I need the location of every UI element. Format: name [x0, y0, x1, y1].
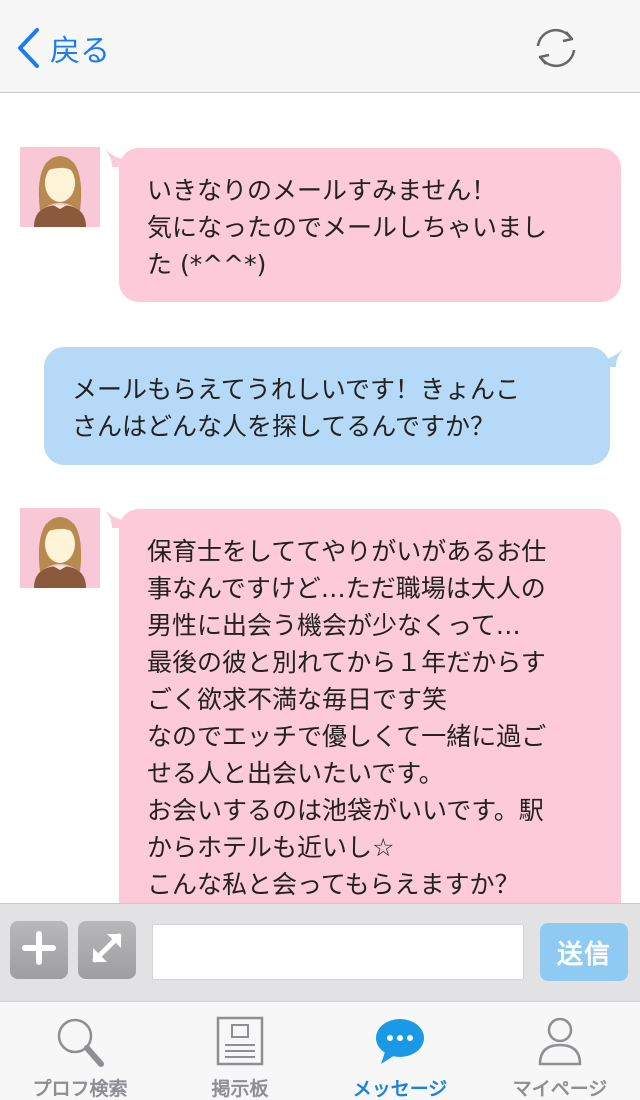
back-button[interactable]: 戻る [16, 24, 110, 72]
tab-my-page[interactable]: マイページ [480, 1002, 640, 1100]
female-avatar[interactable] [20, 147, 100, 227]
search-icon [53, 1014, 107, 1068]
expand-icon [87, 928, 127, 972]
chevron-left-icon [16, 27, 40, 69]
incoming-message-bubble[interactable]: 保育士をしててやりがいがあるお仕 事なんですけど…ただ職場は大人の 男性に出会う… [119, 509, 621, 903]
plus-icon [22, 931, 56, 969]
board-icon [213, 1014, 267, 1068]
message-list[interactable]: いきなりのメールすみません！ 気になったのでメールしちゃいまし た (*^^*)… [0, 93, 640, 903]
expand-button[interactable] [78, 921, 136, 979]
tab-label: メッセージ [352, 1078, 448, 1100]
outgoing-message-bubble[interactable]: メールもらえてうれしいです！きょんこ さんはどんな人を探してるんですか？ [44, 347, 610, 465]
tab-messages[interactable]: メッセージ [320, 1002, 480, 1100]
person-icon [533, 1014, 587, 1068]
send-button[interactable]: 送信 [540, 923, 628, 981]
chat-bubble-icon [373, 1014, 427, 1068]
nav-header: 戻る [0, 0, 640, 93]
female-avatar[interactable] [20, 508, 100, 588]
tab-label: 掲示板 [211, 1078, 269, 1100]
tab-label: マイページ [512, 1078, 608, 1100]
refresh-icon [528, 28, 584, 76]
tab-bulletin-board[interactable]: 掲示板 [160, 1002, 320, 1100]
refresh-button[interactable] [528, 24, 584, 72]
chat-screen: 戻る いきなりのメールすみません！ 気になったのでメールしちゃいまし た (*^… [0, 0, 640, 1100]
incoming-message-bubble[interactable]: いきなりのメールすみません！ 気になったのでメールしちゃいまし た (*^^*) [119, 148, 621, 302]
back-label: 戻る [50, 34, 110, 69]
tab-label: プロフ検索 [32, 1078, 128, 1100]
tab-profile-search[interactable]: プロフ検索 [0, 1002, 160, 1100]
message-input-bar: 送信 [0, 903, 640, 1001]
message-input[interactable] [152, 924, 524, 980]
tab-bar: プロフ検索 掲示板 メッセージ マイページ [0, 1001, 640, 1100]
add-button[interactable] [10, 921, 68, 979]
